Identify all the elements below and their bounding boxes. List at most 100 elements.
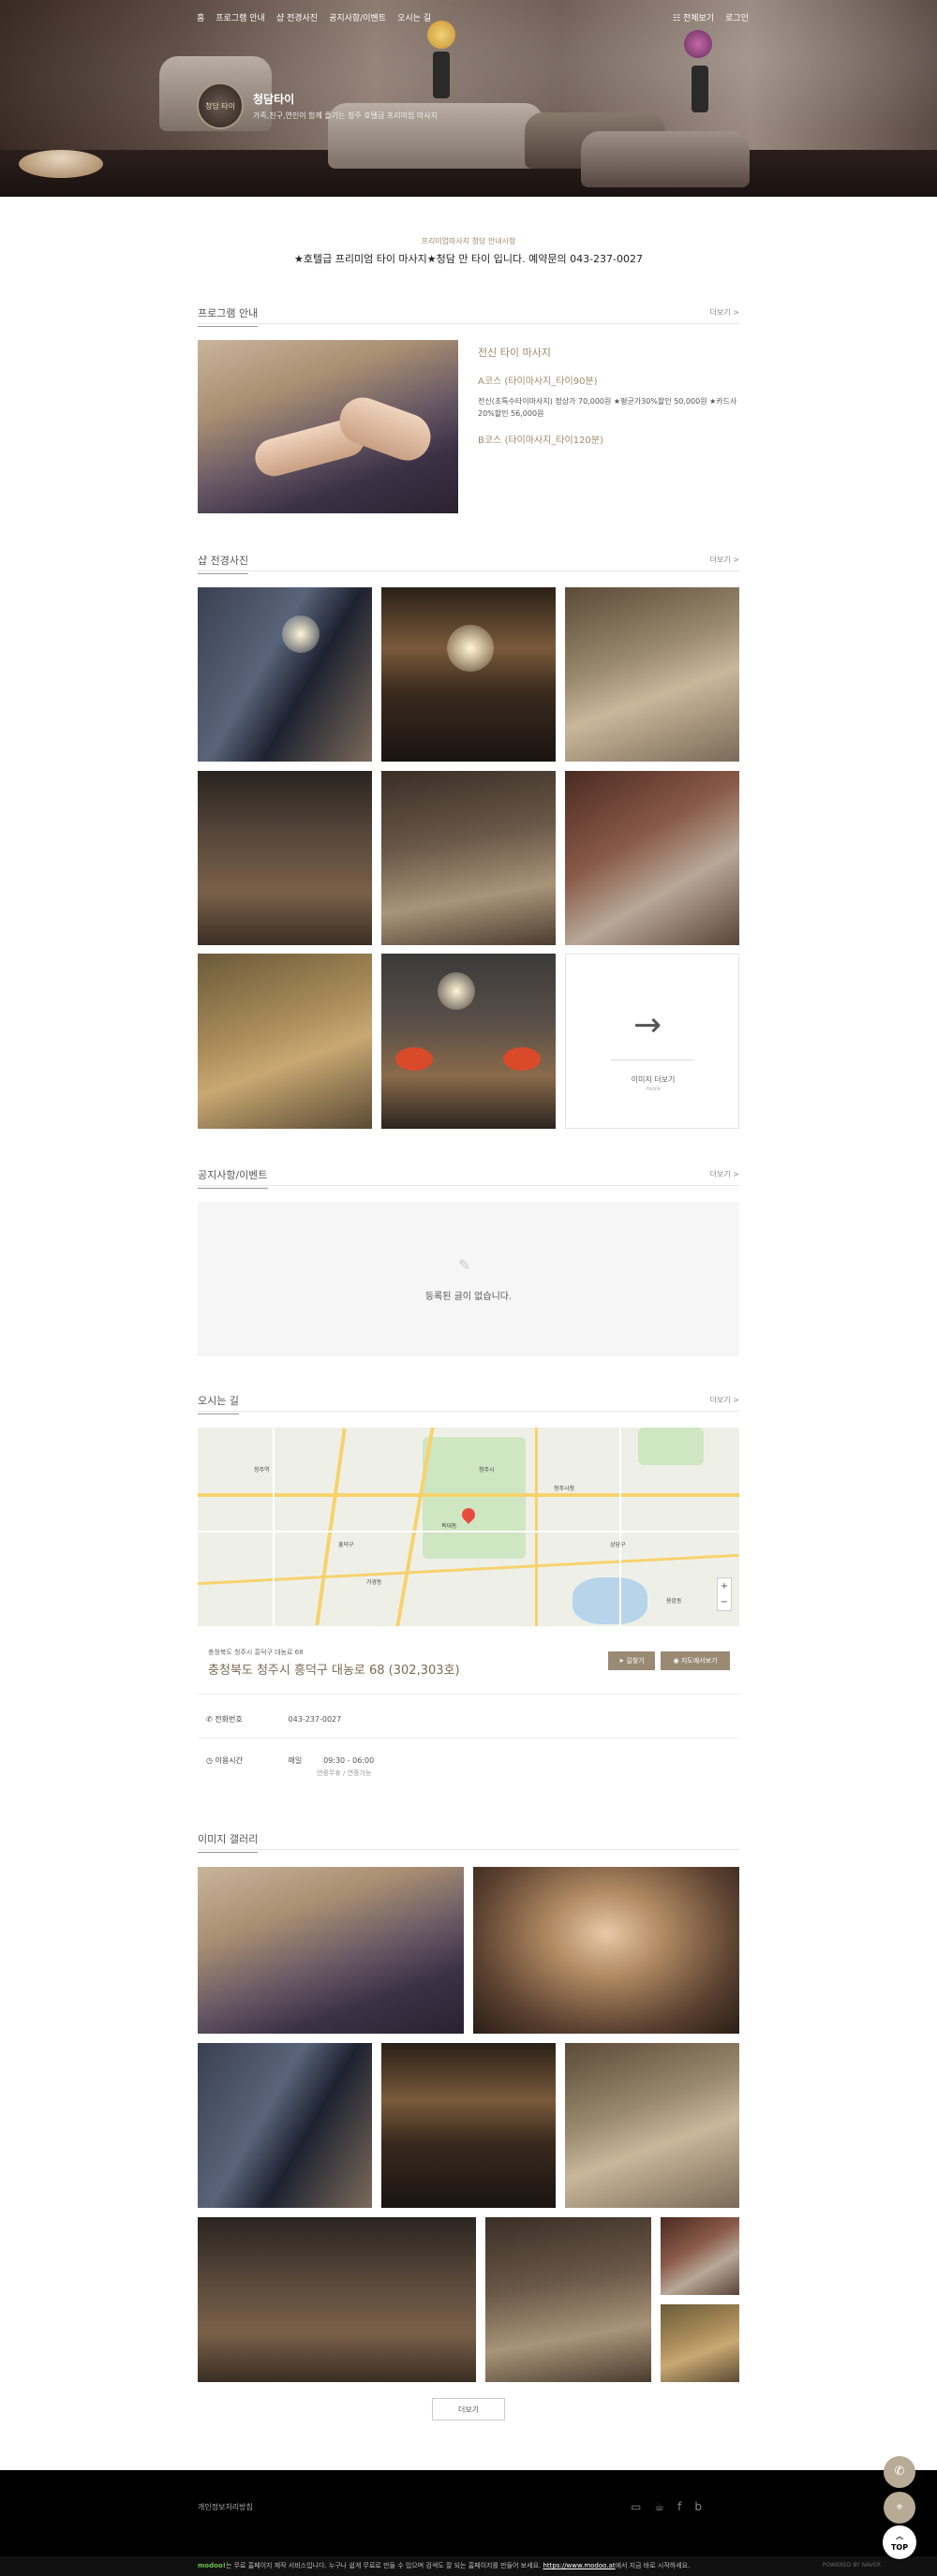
red-cushion [395,1047,433,1071]
facebook-icon[interactable]: f [677,2500,681,2513]
map-label: 용암동 [666,1598,682,1605]
location-section-header: 오시는 길 더보기 > [198,1393,739,1414]
gallery-image[interactable] [485,2217,651,2382]
shop-photo[interactable] [198,954,372,1129]
top-label: TOP [890,2543,909,2552]
gallery-image[interactable] [198,2217,476,2382]
program-image[interactable] [198,340,458,513]
hours-day: 매일 [288,1756,303,1765]
zoom-out-icon[interactable]: − [721,1597,728,1607]
pencil-icon: ✎ [458,1256,471,1274]
directions-button[interactable]: ➤ 길찾기 [608,1651,655,1670]
blog-icon[interactable]: ▭ [631,2500,641,2513]
band-icon[interactable]: b [694,2500,702,2513]
nav-item-home[interactable]: 홈 [197,11,204,23]
address-short: 충청북도 청주시 흥덕구 대농로 68 [208,1649,304,1656]
call-button[interactable]: ✆ [884,2456,915,2488]
nav-item-location[interactable]: 오시는 길 [397,11,431,23]
site-description: 가족,친구,연인이 함께 즐기는 청주 호텔급 프리미엄 마사지 [253,111,438,120]
divider [198,1738,739,1739]
map[interactable]: 청주시 청주시청 상당구 흥덕구 청주역 복대동 가경동 용암동 + − [198,1428,739,1626]
program-section-header: 프로그램 안내 더보기 > [198,305,739,327]
gallery-image[interactable] [473,1867,739,2034]
nav-item-notice[interactable]: 공지사항/이벤트 [329,11,386,23]
modoo-logo[interactable]: modoo! [198,2562,226,2569]
logo[interactable]: 청담 타이 [197,82,244,129]
address-full: 충청북도 청주시 흥덕구 대농로 68 (302,303호) [208,1664,460,1678]
footer-description: 는 무료 홈페이지 제작 서비스입니다. 누구나 쉽게 무료로 만들 수 있으며… [225,2562,542,2569]
social-icons: ▭ ☕ f b [631,2500,702,2513]
light-glow [447,625,494,672]
hero-flower [427,21,455,49]
gallery-image[interactable] [381,2043,556,2208]
brand: 청담 타이 청담타이 가족,친구,연인이 함께 즐기는 청주 호텔급 프리미엄 … [197,82,438,129]
intro-subtitle: 프리미엄마사지 청담 안내사항 [421,237,516,245]
more-images-sub: more [646,1086,661,1092]
empty-message: 등록된 글이 없습니다. [424,1292,513,1302]
hours-note: 연중무휴 / 연중가능 [317,1769,372,1777]
section-title: 프로그램 안내 [198,305,259,327]
shop-photo[interactable] [381,771,556,945]
login-button[interactable]: 로그인 [725,11,749,23]
phone-icon: ✆ [894,2465,905,2479]
map-street [273,1428,275,1626]
phone-label: 전화번호 [215,1715,243,1724]
divider [198,1694,739,1695]
gallery-section-header: 이미지 갤러리 [198,1831,739,1853]
gallery-image[interactable] [661,2304,739,2382]
divider [611,1059,695,1060]
zoom-in-icon[interactable]: + [721,1581,728,1591]
map-water [573,1577,647,1624]
gallery-image[interactable] [198,2043,372,2208]
gallery-image[interactable] [198,1867,464,2034]
map-road [315,1428,347,1626]
hours-time: 09:30 - 06:00 [323,1756,375,1765]
cafe-icon[interactable]: ☕ [654,2500,664,2513]
chevron-up-icon: ︿ [896,2532,903,2540]
clock-icon: ◷ [206,1756,216,1765]
location-more-link[interactable]: 더보기 > [710,1395,739,1405]
modoo-link[interactable]: https://www.modoo.at [543,2562,615,2569]
location-button[interactable]: ⌖ [884,2492,915,2524]
footer-text: modoo!는 무료 홈페이지 제작 서비스입니다. 누구나 쉽게 무료로 만들… [198,2561,690,2570]
map-road [198,1493,739,1497]
shop-photo[interactable] [198,587,372,762]
section-title: 이미지 갤러리 [198,1831,259,1853]
shop-photo[interactable] [381,587,556,762]
shop-more-link[interactable]: 더보기 > [710,555,739,565]
shop-photo[interactable] [198,771,372,945]
map-park [638,1428,704,1465]
shop-photo[interactable] [565,587,739,762]
nav-item-program[interactable]: 프로그램 안내 [216,11,265,23]
shop-photo[interactable] [381,954,556,1129]
footer: 개인정보처리방침 ▭ ☕ f b modoo!는 무료 홈페이지 제작 서비스입… [0,2470,937,2576]
gallery-image[interactable] [565,2043,739,2208]
scroll-top-button[interactable]: ︿ TOP [883,2525,916,2559]
shop-photo[interactable] [565,771,739,945]
map-label: 가경동 [366,1579,382,1586]
notice-section-header: 공지사항/이벤트 더보기 > [198,1167,739,1189]
map-zoom-control[interactable]: + − [717,1577,732,1611]
all-view-button[interactable]: ☷ 전체보기 [673,11,714,23]
map-label: 흥덕구 [338,1542,354,1548]
map-street [619,1428,621,1626]
light-glow [282,615,320,653]
nav-item-shop[interactable]: 샵 전경사진 [276,11,318,23]
more-images-tile[interactable]: → 이미지 더보기 more [565,954,739,1129]
program-description: 전신 타이 마사지 A코스 (타이마사지_타이90분) 전신(초특수타이마사지)… [478,345,740,446]
map-label: 상당구 [610,1542,626,1548]
hero-flower [684,30,712,58]
program-more-link[interactable]: 더보기 > [710,307,739,318]
view-map-button[interactable]: ◉ 지도에서보기 [661,1651,730,1670]
map-label: 청주시 [479,1467,495,1473]
gallery-more-button[interactable]: 더보기 [432,2398,505,2421]
red-cushion [503,1047,541,1071]
directions-label: 길찾기 [626,1657,645,1665]
phone-row: ✆ 전화번호 043-237-0027 [206,1714,341,1725]
notice-more-link[interactable]: 더보기 > [710,1169,739,1179]
gallery-image[interactable] [661,2217,739,2295]
privacy-policy-link[interactable]: 개인정보처리방침 [198,2502,253,2512]
phone-number[interactable]: 043-237-0027 [289,1715,342,1724]
map-road [535,1428,538,1626]
section-title: 샵 전경사진 [198,553,249,574]
